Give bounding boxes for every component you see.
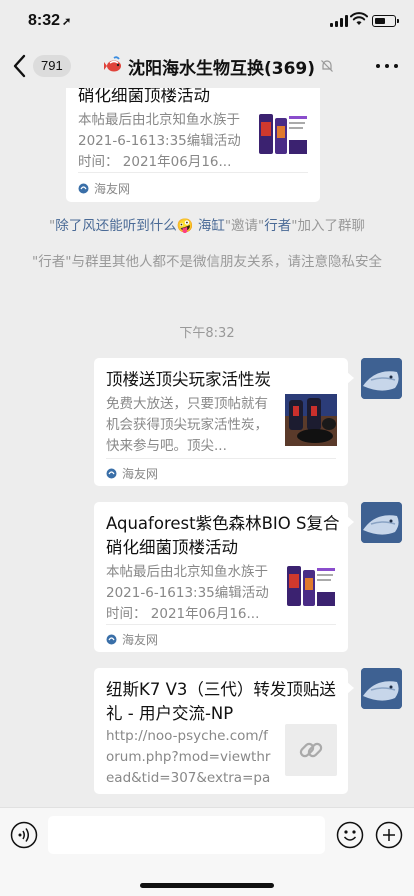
haiyou-logo-icon [106,468,117,478]
wifi-icon [350,12,368,25]
message-text-input[interactable] [48,816,325,854]
bubble-tail [347,372,354,384]
haiyou-logo-icon [78,183,89,193]
card-divider [78,172,308,173]
inviter-name-link[interactable]: 除了风还能听到什么🤪 海缸 [55,218,225,234]
product-thumbnail [285,562,337,614]
card-title: Aquaforest紫色森林BIO S复合硝化细菌顶楼活动 [106,514,340,557]
card-title: 顶楼送顶尖玩家活性炭 [106,370,271,389]
time-separator: 下午8:32 [179,326,235,341]
home-indicator [140,883,274,888]
chain-link-icon [299,742,323,758]
card-source: 海友网 [106,629,158,649]
card-source-label: 海友网 [122,632,159,647]
card-source-label: 海友网 [122,466,159,481]
card-title: 硝化细菌顶楼活动 [78,88,210,105]
chat-header: 791 沈阳海水生物互换(369) [0,44,414,88]
card-divider [106,624,336,625]
card-description: http://noo-psyche.com/forum.php?mod=view… [106,728,271,786]
back-chevron-icon[interactable] [10,52,30,80]
product-thumbnail [257,110,309,162]
cellular-signal-icon [330,15,348,27]
invite-text: "邀请" [224,218,265,234]
message-list[interactable]: 硝化细菌顶楼活动 本帖最后由北京知鱼水族于2021-6-1613:35编辑活动时… [0,88,414,807]
card-source: 海友网 [106,463,158,483]
battery-icon [372,15,399,27]
more-dots-icon[interactable] [376,59,398,73]
voice-icon[interactable] [10,821,38,849]
shared-link-card[interactable]: 纽斯K7 V3（三代）转发顶贴送礼 - 用户交流-NP http://noo-p… [94,668,354,794]
card-description: 本帖最后由北京知鱼水族于2021-6-1613:35编辑活动时间： 2021年0… [78,112,241,170]
system-privacy-warning: "行者"与群里其他人都不是微信朋友关系，请注意隐私安全 [32,254,382,270]
card-divider [106,458,336,459]
sender-avatar[interactable] [361,358,402,399]
shared-link-card[interactable]: Aquaforest紫色森林BIO S复合硝化细菌顶楼活动 本帖最后由北京知鱼水… [94,502,354,652]
card-source-label: 海友网 [94,181,131,196]
sender-avatar[interactable] [361,502,402,543]
unread-count-badge[interactable]: 791 [33,55,71,77]
system-join-message: "除了风还能听到什么🤪 海缸"邀请"行者"加入了群聊 [20,215,394,237]
card-title: 纽斯K7 V3（三代）转发顶贴送礼 - 用户交流-NP [106,680,336,723]
haiyou-logo-icon [106,634,117,644]
status-time: 8:32 ➚ [28,12,71,30]
chat-title: 沈阳海水生物互换(369) [128,58,316,79]
fish-emoji-icon [104,56,121,72]
product-thumbnail [285,394,337,446]
card-description: 本帖最后由北京知鱼水族于2021-6-1613:35编辑活动时间： 2021年0… [106,564,269,622]
shared-link-card[interactable]: 硝化细菌顶楼活动 本帖最后由北京知鱼水族于2021-6-1613:35编辑活动时… [66,88,320,202]
bubble-tail [347,516,354,528]
shared-link-card[interactable]: 顶楼送顶尖玩家活性炭 免费大放送，只要顶帖就有机会获得顶尖玩家活性炭，快来参与吧… [94,358,354,486]
card-source: 海友网 [78,178,130,198]
link-thumbnail [285,724,337,776]
bubble-tail [347,682,354,694]
location-arrow-icon: ➚ [62,16,72,28]
message-input-bar [0,807,414,896]
card-description: 免费大放送，只要顶帖就有机会获得顶尖玩家活性炭，快来参与吧。顶尖... [106,396,268,454]
mute-bell-icon [321,60,333,72]
plus-icon[interactable] [375,821,403,849]
joined-text: "加入了群聊 [291,218,365,234]
chat-title-group[interactable]: 沈阳海水生物互换(369) [104,54,334,79]
time-text: 8:32 [28,12,61,29]
emoji-icon[interactable] [336,821,364,849]
status-bar: 8:32 ➚ [0,0,414,44]
sender-avatar[interactable] [361,668,402,709]
invitee-name-link[interactable]: 行者 [264,218,291,234]
